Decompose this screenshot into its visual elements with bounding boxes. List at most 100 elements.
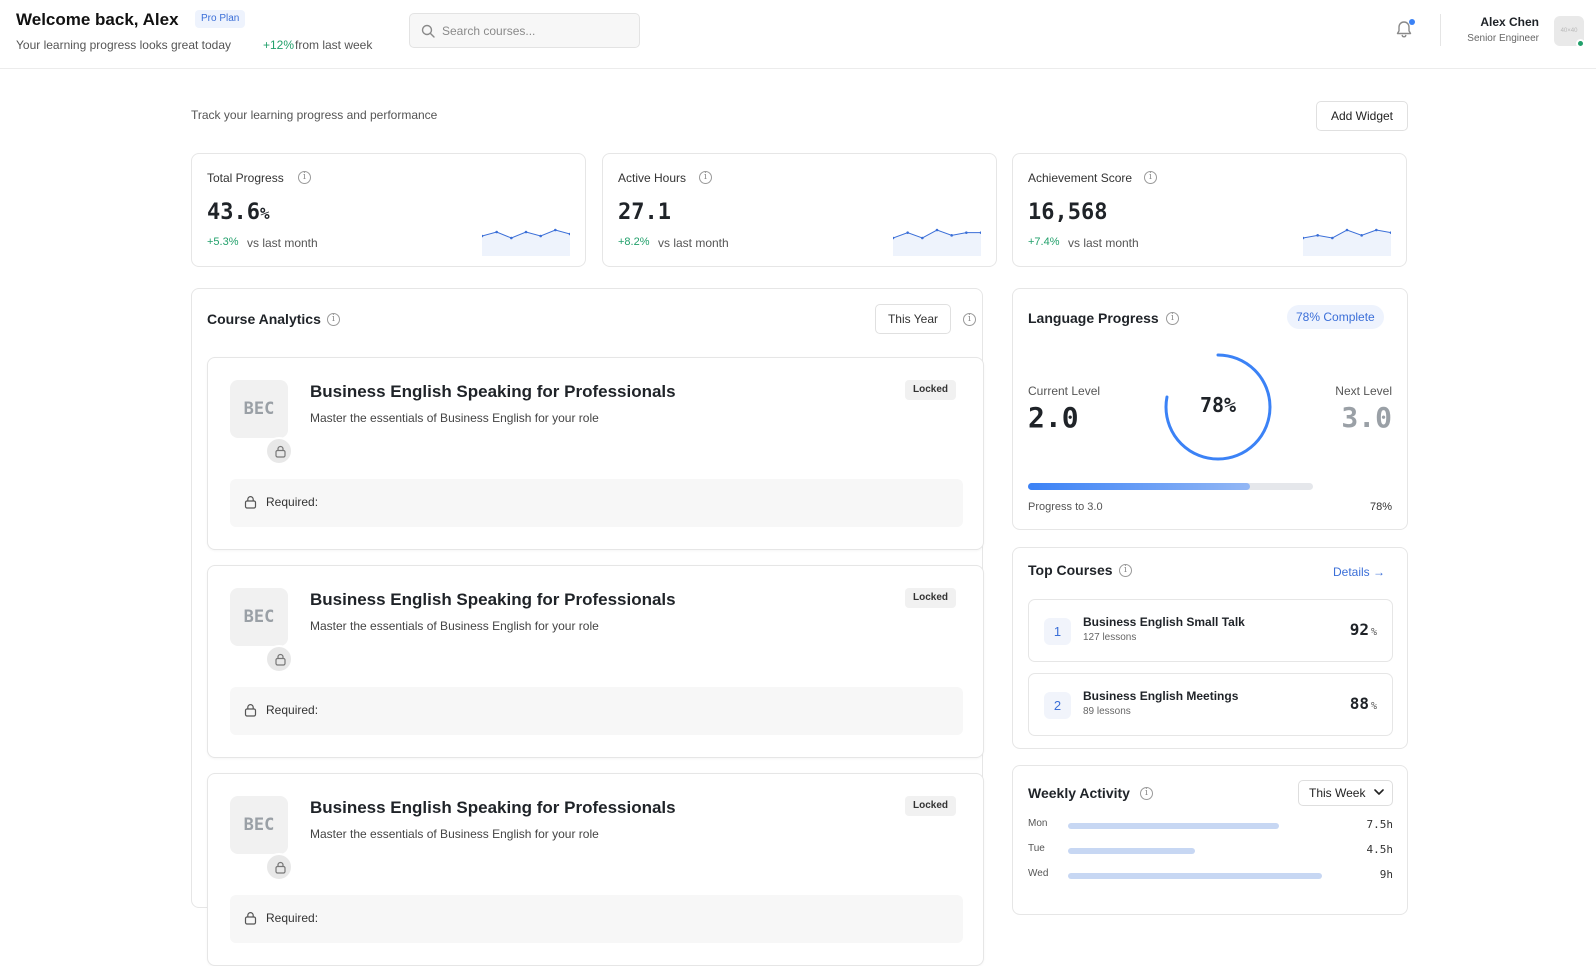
info-icon[interactable]: i [1144,171,1157,184]
sparkline-point [524,230,528,234]
lock-icon [275,653,286,666]
completion-badge: 78% Complete [1287,305,1384,329]
info-icon[interactable]: i [1119,564,1132,577]
header-divider [1440,14,1441,46]
sparkline-point [495,230,498,234]
weekly-activity-panel: Weekly Activity i This Week Mon 7.5h Tue… [1012,765,1408,915]
progress-percent: 78% [1369,501,1392,513]
activity-row: Tue 4.5h [1028,843,1393,859]
day-label: Tue [1028,843,1045,854]
lock-icon [244,704,257,717]
course-thumbnail: BEC [230,588,288,646]
search-input[interactable] [442,14,632,47]
stat-value: 27.1 [618,200,671,225]
top-bar: Welcome back, Alex Pro Plan Your learnin… [0,0,1596,69]
sparkline-area [482,230,570,256]
details-link[interactable]: Details → [1333,565,1385,579]
course-thumbnail: BEC [230,796,288,854]
week-select[interactable]: This Week [1298,780,1393,806]
info-icon[interactable]: i [1140,787,1153,800]
notification-dot [1409,19,1415,25]
lock-badge [265,645,293,673]
add-widget-button[interactable]: Add Widget [1316,101,1408,131]
sparkline-point [935,228,939,232]
requirement-box: Required: [230,895,963,943]
stat-value: 16,568 [1028,200,1108,225]
user-name: Alex Chen [1480,15,1539,29]
course-score: 92% [1349,620,1377,639]
language-progress-panel: Language Progress i 78% Complete Current… [1012,288,1408,530]
lock-badge [265,853,293,881]
weekly-change-suffix: from last week [295,38,373,52]
stat-change: +7.4% [1028,236,1060,248]
sparkline-point [950,234,953,237]
day-label: Mon [1028,818,1048,829]
search-icon [421,24,435,38]
stat-change-suffix: vs last month [1068,236,1139,250]
arrow-right-icon: → [1373,565,1386,579]
sparkline-point [554,228,557,232]
course-name: Business English Small Talk [1083,615,1245,629]
course-name: Business English Meetings [1083,689,1239,703]
panel-title: Language Progress [1028,310,1159,326]
requirement-box: Required: [230,479,963,527]
sparkline-chart [893,228,981,256]
lock-badge [265,437,293,465]
stat-card-achievement-score: Achievement Score i 16,568 +7.4% vs last… [1012,153,1407,267]
sparkline-chart [482,228,570,256]
info-icon[interactable]: i [963,313,976,326]
sparkline-point [1345,228,1349,232]
stat-card-total-progress: Total Progress i 43.6% +5.3% vs last mon… [191,153,586,267]
sparkline-point [965,231,968,234]
lesson-count: 127 lessons [1083,632,1137,643]
sparkline-point [1360,234,1363,237]
lesson-count: 89 lessons [1083,706,1131,717]
sparkline-point [539,234,542,238]
stat-label: Total Progress [207,171,284,185]
info-icon[interactable]: i [298,171,311,184]
top-course-item[interactable]: 1 Business English Small Talk 127 lesson… [1028,599,1393,662]
stat-change-suffix: vs last month [247,236,318,250]
current-level-label: Current Level [1028,384,1101,398]
panel-title: Top Courses [1028,562,1113,578]
info-icon[interactable]: i [699,171,712,184]
stat-card-active-hours: Active Hours i 27.1 +8.2% vs last month [602,153,997,267]
rank-badge: 2 [1044,692,1071,719]
level-progress-fill [1028,483,1251,490]
sparkline-point [1375,228,1378,232]
course-card[interactable]: BEC Business English Speaking for Profes… [207,565,984,758]
course-description: Master the essentials of Business Englis… [310,411,599,425]
status-badge: Locked [905,796,957,816]
course-title: Business English Speaking for Profession… [310,798,676,817]
activity-row: Wed 9h [1028,868,1393,884]
activity-bar [1068,848,1195,854]
rank-badge: 1 [1044,618,1071,645]
stat-change: +8.2% [618,236,650,248]
sparkline-point [510,236,513,240]
sparkline-chart [1303,228,1391,256]
course-description: Master the essentials of Business Englis… [310,619,599,633]
sparkline-point [921,236,924,240]
lock-icon [275,445,286,458]
period-select-button[interactable]: This Year [875,304,951,334]
stat-change-suffix: vs last month [658,236,729,250]
hours-value: 4.5h [1366,843,1394,856]
lock-icon [275,861,286,874]
course-card[interactable]: BEC Business English Speaking for Profes… [207,357,984,550]
info-icon[interactable]: i [1166,312,1179,325]
next-level-label: Next Level [1335,384,1392,398]
activity-bar [1068,823,1279,829]
user-role: Senior Engineer [1467,33,1539,44]
lock-icon [244,912,257,925]
search-box[interactable] [409,13,640,48]
course-description: Master the essentials of Business Englis… [310,827,599,841]
hours-value: 9h [1379,868,1393,881]
course-score: 88% [1349,694,1377,713]
progress-ring-label: 78% [1199,393,1237,417]
top-course-item[interactable]: 2 Business English Meetings 89 lessons 8… [1028,673,1393,736]
requirement-label: Required: [266,495,319,509]
info-icon[interactable]: i [327,313,340,326]
welcome-title: Welcome back, Alex [16,10,179,29]
course-card[interactable]: BEC Business English Speaking for Profes… [207,773,984,966]
weekly-change-value: +12% [263,38,295,52]
